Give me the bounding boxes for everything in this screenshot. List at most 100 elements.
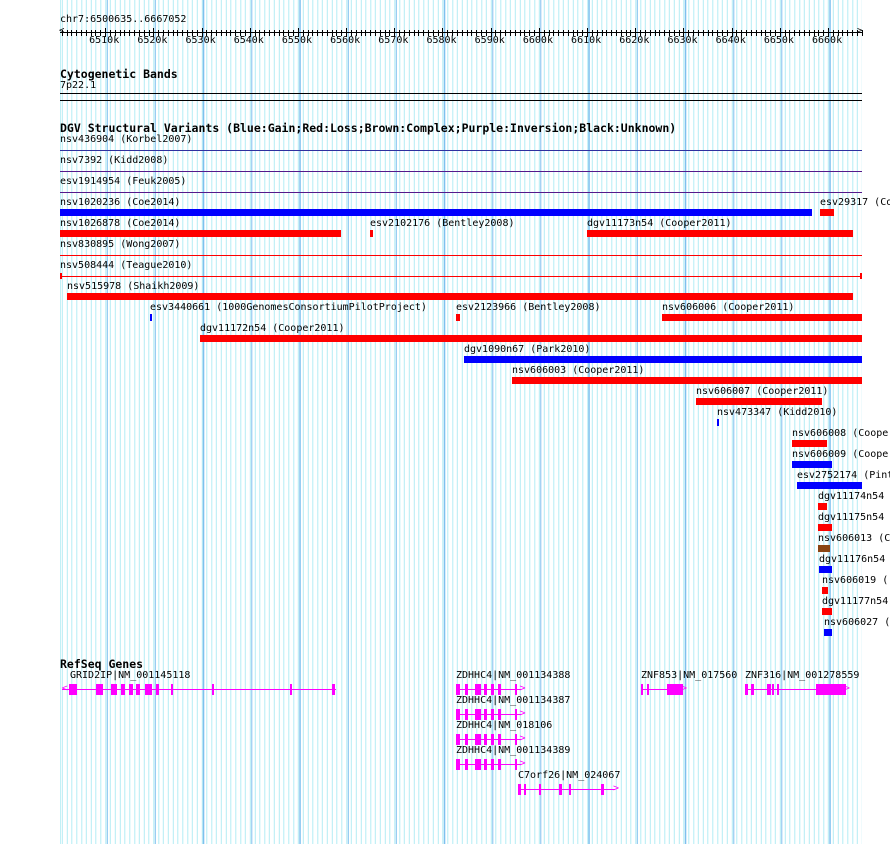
gene-exon[interactable] xyxy=(514,734,517,745)
gene-exon[interactable] xyxy=(475,684,482,695)
variant-label[interactable]: nsv606008 (Cooper xyxy=(792,428,890,439)
variant-label[interactable]: nsv1020236 (Coe2014) xyxy=(60,197,180,208)
gene-exon[interactable] xyxy=(68,684,78,695)
variant-bar[interactable] xyxy=(369,230,374,237)
variant-label[interactable]: nsv606003 (Cooper2011) xyxy=(512,365,644,376)
gene-exon[interactable] xyxy=(212,684,215,695)
variant-label[interactable]: nsv436904 (Korbel2007) xyxy=(60,134,192,145)
gene-exon[interactable] xyxy=(491,759,495,770)
gene-exon[interactable] xyxy=(475,734,482,745)
gene-exon[interactable] xyxy=(331,684,336,695)
gene-exon[interactable] xyxy=(514,684,517,695)
gene-label[interactable]: ZDHHC4|NM_001134387 xyxy=(456,695,570,706)
variant-bar[interactable] xyxy=(67,293,853,300)
variant-label[interactable]: dgv11177n54 xyxy=(822,596,888,607)
variant-label[interactable]: nsv515978 (Shaikh2009) xyxy=(67,281,199,292)
variant-line[interactable] xyxy=(59,255,863,256)
gene-exon[interactable] xyxy=(136,684,141,695)
gene-exon[interactable] xyxy=(766,684,771,695)
gene-exon[interactable] xyxy=(776,684,779,695)
variant-bar[interactable] xyxy=(797,482,863,489)
variant-label[interactable]: nsv606006 (Cooper2011) xyxy=(662,302,794,313)
gene-exon[interactable] xyxy=(491,734,495,745)
gene-exon[interactable] xyxy=(464,684,468,695)
gene-exon[interactable] xyxy=(569,784,572,795)
variant-label[interactable]: esv2102176 (Bentley2008) xyxy=(370,218,515,229)
variant-label[interactable]: nsv830895 (Wong2007) xyxy=(60,239,180,250)
cytoband-track-title[interactable]: Cytogenetic Bands xyxy=(60,67,178,81)
variant-label[interactable]: esv3440661 (1000GenomesConsortiumPilotPr… xyxy=(150,302,427,313)
variant-bar[interactable] xyxy=(819,209,834,216)
gene-exon[interactable] xyxy=(771,684,775,695)
gene-exon[interactable] xyxy=(145,684,152,695)
variant-bar[interactable] xyxy=(662,314,863,321)
variant-label[interactable]: esv2123966 (Bentley2008) xyxy=(456,302,601,313)
gene-exon[interactable] xyxy=(110,684,117,695)
gene-exon[interactable] xyxy=(491,709,495,720)
variant-label[interactable]: nsv606009 (Cooper xyxy=(792,449,890,460)
gene-exon[interactable] xyxy=(464,709,468,720)
variant-bar[interactable] xyxy=(149,314,152,321)
gene-label[interactable]: ZDHHC4|NM_018106 xyxy=(456,720,552,731)
gene-exon[interactable] xyxy=(484,734,488,745)
variant-label[interactable]: nsv1026878 (Coe2014) xyxy=(60,218,180,229)
gene-exon[interactable] xyxy=(600,784,605,795)
gene-label[interactable]: GRID2IP|NM_001145118 xyxy=(70,670,190,681)
gene-exon[interactable] xyxy=(498,759,502,770)
gene-exon[interactable] xyxy=(559,784,563,795)
gene-exon[interactable] xyxy=(518,784,522,795)
variant-label[interactable]: dgv11176n54 xyxy=(819,554,885,565)
gene-exon[interactable] xyxy=(171,684,174,695)
variant-line[interactable] xyxy=(59,150,863,151)
dgv-track-title[interactable]: DGV Structural Variants (Blue:Gain;Red:L… xyxy=(60,121,676,135)
gene-exon[interactable] xyxy=(456,684,460,695)
variant-bar[interactable] xyxy=(716,419,719,426)
gene-exon[interactable] xyxy=(120,684,126,695)
variant-line[interactable] xyxy=(59,192,863,193)
gene-exon[interactable] xyxy=(96,684,104,695)
gene-exon[interactable] xyxy=(514,759,517,770)
variant-bar[interactable] xyxy=(512,377,863,384)
gene-exon[interactable] xyxy=(745,684,749,695)
gene-label[interactable]: ZNF853|NM_017560 xyxy=(641,670,737,681)
variant-bar[interactable] xyxy=(818,545,831,552)
variant-label[interactable]: dgv11175n54 xyxy=(818,512,884,523)
variant-bar[interactable] xyxy=(586,230,853,237)
gene-exon[interactable] xyxy=(129,684,134,695)
refseq-track-title[interactable]: RefSeq Genes xyxy=(60,657,143,671)
variant-bar[interactable] xyxy=(792,461,833,468)
variant-line[interactable] xyxy=(59,171,863,172)
variant-bar[interactable] xyxy=(463,356,863,363)
variant-label[interactable]: nsv606027 ( xyxy=(824,617,890,628)
gene-exon[interactable] xyxy=(484,684,488,695)
variant-bar[interactable] xyxy=(59,209,813,216)
variant-bar[interactable] xyxy=(695,398,822,405)
gene-exon[interactable] xyxy=(484,709,488,720)
variant-bar[interactable] xyxy=(456,314,461,321)
variant-label[interactable]: nsv7392 (Kidd2008) xyxy=(60,155,168,166)
variant-bar[interactable] xyxy=(818,503,827,510)
variant-label[interactable]: dgv11174n54 xyxy=(818,491,884,502)
variant-label[interactable]: nsv606013 (C xyxy=(818,533,890,544)
gene-exon[interactable] xyxy=(498,734,502,745)
variant-label[interactable]: dgv11173n54 (Cooper2011) xyxy=(587,218,732,229)
variant-bar[interactable] xyxy=(59,230,341,237)
gene-exon[interactable] xyxy=(815,684,846,695)
gene-exon[interactable] xyxy=(484,759,488,770)
variant-label[interactable]: dgv1090n67 (Park2010) xyxy=(464,344,590,355)
variant-label[interactable]: nsv606007 (Cooper2011) xyxy=(696,386,828,397)
gene-label[interactable]: ZNF316|NM_001278559 xyxy=(745,670,859,681)
gene-label[interactable]: ZDHHC4|NM_001134389 xyxy=(456,745,570,756)
variant-bar[interactable] xyxy=(818,524,833,531)
gene-exon[interactable] xyxy=(514,709,517,720)
variant-bar[interactable] xyxy=(821,608,833,615)
gene-exon[interactable] xyxy=(464,734,468,745)
gene-exon[interactable] xyxy=(498,709,502,720)
gene-exon[interactable] xyxy=(456,734,460,745)
gene-exon[interactable] xyxy=(491,684,495,695)
gene-exon[interactable] xyxy=(290,684,293,695)
gene-exon[interactable] xyxy=(646,684,650,695)
gene-exon[interactable] xyxy=(456,709,460,720)
variant-label[interactable]: esv2752174 (Pint xyxy=(797,470,890,481)
variant-label[interactable]: dgv11172n54 (Cooper2011) xyxy=(200,323,345,334)
